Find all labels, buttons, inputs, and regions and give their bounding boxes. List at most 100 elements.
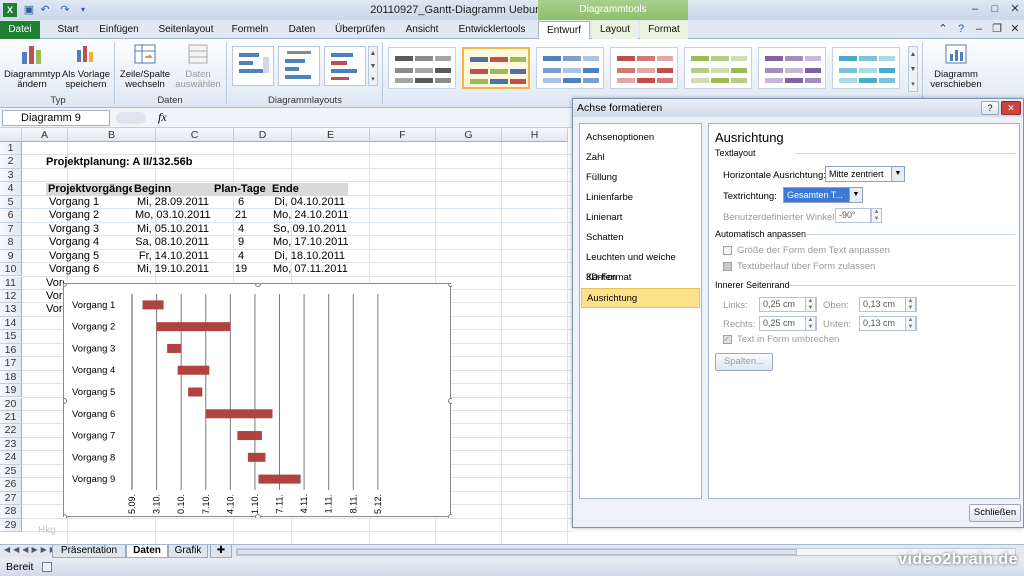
table-cell[interactable]: Vorgang 5 [46,250,132,263]
fx-icon[interactable]: fx [158,110,167,125]
table-cell[interactable]: Vorgang 6 [46,263,132,276]
chart-style-4[interactable] [610,47,678,89]
row-header-9[interactable]: 9 [0,249,22,263]
dialog-help-icon[interactable]: ? [981,101,999,115]
table-cell[interactable]: Mo, 24.10.2011 [270,209,348,222]
name-box[interactable]: Diagramm 9 [2,110,110,126]
table-cell[interactable]: 21 [212,209,270,222]
row-header-4[interactable]: 4 [0,182,22,196]
resize-handle[interactable] [64,284,67,287]
margin-top-spin-icon[interactable]: ▲ ▼ [905,297,916,312]
table-cell[interactable]: So, 09.10.2011 [270,223,348,236]
doc-close-icon[interactable]: ✕ [1008,22,1022,36]
table-cell[interactable]: Vorgang 4 [46,236,132,249]
gantt-bar[interactable] [167,343,182,353]
nav-item-linienart[interactable]: Linienart [581,208,700,228]
row-header-11[interactable]: 11 [0,276,22,290]
chart-style-6[interactable] [758,47,826,89]
column-header-A[interactable]: A [22,128,68,142]
gantt-bar[interactable] [247,452,266,462]
close-button[interactable]: Schließen [969,504,1021,522]
style-gallery-scroll[interactable]: ▲ ▼ ▾ [908,46,918,92]
row-header-24[interactable]: 24 [0,451,22,465]
row-header-26[interactable]: 26 [0,478,22,492]
sheet-title[interactable]: Projektplanung: A II/132.56b [46,156,193,169]
layout-gallery-scroll[interactable]: ▲ ▼ ▾ [368,46,378,86]
table-cell[interactable]: Vorg [46,277,64,290]
overflow-checkbox[interactable] [723,262,732,271]
tab-formeln[interactable]: Formeln [226,21,274,39]
gantt-bar[interactable] [142,300,164,310]
nav-item-füllung[interactable]: Füllung [581,168,700,188]
tab-entwurf[interactable]: Entwurf [538,21,590,40]
table-cell[interactable]: Mo, 03.10.2011 [132,209,212,222]
table-cell[interactable]: 4 [212,223,270,236]
table-cell[interactable]: Vorg [46,303,64,316]
row-header-3[interactable]: 3 [0,168,22,183]
macro-record-icon[interactable] [42,562,52,572]
nav-item-leuchten-und-weiche-kanten[interactable]: Leuchten und weiche Kanten [581,248,700,283]
row-header-17[interactable]: 17 [0,357,22,371]
row-header-13[interactable]: 13 [0,303,22,317]
ribbon-collapse-icon[interactable]: ⌃ [936,22,950,36]
header-cell[interactable]: Beginn [132,182,212,197]
tab-entwicklertools[interactable]: Entwicklertools [454,21,530,39]
custom-angle-input[interactable]: -90° [835,208,871,223]
row-header-12[interactable]: 12 [0,289,22,304]
save-as-template-button[interactable]: Als Vorlage speichern [60,42,112,90]
table-cell[interactable]: Mi, 05.10.2011 [132,223,212,236]
resize-handle[interactable] [448,514,453,519]
chart-layout-1[interactable] [232,46,274,86]
tab-daten[interactable]: Daten [282,21,322,39]
row-header-8[interactable]: 8 [0,236,22,250]
table-cell[interactable]: 9 [212,236,270,249]
table-cell[interactable]: Vorgang 1 [46,196,132,209]
sheet-tab-daten[interactable]: Daten [126,545,168,558]
gantt-bar[interactable] [156,322,231,332]
gantt-bar[interactable] [258,474,301,484]
tab-format[interactable]: Format [640,21,688,39]
chart-style-3[interactable] [536,47,604,89]
resize-handle[interactable] [64,398,67,404]
tab-layout[interactable]: Layout [592,21,638,39]
gantt-bar[interactable] [188,387,203,397]
table-cell[interactable]: Vorgang 2 [46,209,132,222]
move-chart-button[interactable]: Diagramm verschieben [928,42,984,90]
table-cell[interactable]: Vorg [46,290,64,303]
gantt-bar[interactable] [177,365,210,375]
table-cell[interactable]: 6 [212,196,270,209]
column-header-B[interactable]: B [68,128,156,142]
margin-left-spin-icon[interactable]: ▲ ▼ [805,297,816,312]
resize-handle[interactable] [64,514,67,519]
new-sheet-icon[interactable]: ✚ [210,545,232,558]
row-header-2[interactable]: 2 [0,155,22,169]
tab-ueberpruefen[interactable]: Überprüfen [330,21,390,39]
row-header-22[interactable]: 22 [0,424,22,438]
nav-item-zahl[interactable]: Zahl [581,148,700,168]
maximize-icon[interactable]: □ [988,2,1002,16]
resize-shape-checkbox[interactable] [723,246,732,255]
table-cell[interactable]: Fr, 14.10.2011 [132,250,212,263]
resize-handle[interactable] [448,284,453,287]
column-header-H[interactable]: H [502,128,568,142]
table-cell[interactable]: Mi, 28.09.2011 [132,196,212,209]
table-cell[interactable]: Vorgang 3 [46,223,132,236]
sheet-nav-arrows-icon[interactable]: ◀◀◀▶▶▶ [4,545,59,554]
column-header-C[interactable]: C [156,128,234,142]
row-header-28[interactable]: 28 [0,505,22,519]
table-cell[interactable]: Mo, 17.10.2011 [270,236,348,249]
minimize-icon[interactable]: – [968,2,982,16]
scroll-thumb[interactable] [237,549,797,555]
resize-handle[interactable] [448,398,453,404]
margin-right-spin-icon[interactable]: ▲ ▼ [805,316,816,331]
row-header-27[interactable]: 27 [0,491,22,506]
resize-handle[interactable] [255,284,261,287]
row-header-29[interactable]: 29 [0,518,22,532]
row-header-15[interactable]: 15 [0,330,22,344]
table-cell[interactable]: 19 [212,263,270,276]
column-header-E[interactable]: E [292,128,370,142]
table-cell[interactable]: Di, 04.10.2011 [270,196,348,209]
gantt-bar[interactable] [237,431,262,441]
chart-layout-2[interactable] [278,46,320,86]
text-direction-dropdown[interactable]: Gesamten T... ▼ [783,187,863,203]
